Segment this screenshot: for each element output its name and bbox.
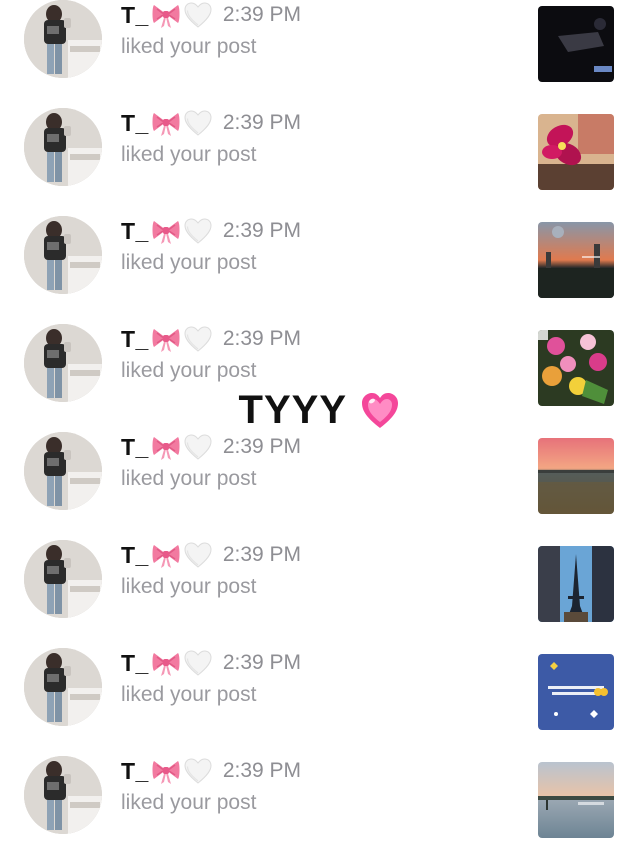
notification-row[interactable]: T_ 2:39 PM liked your post bbox=[0, 324, 640, 434]
notification-row[interactable]: T_ 2:39 PM liked your post bbox=[0, 540, 640, 650]
notification-text: T_ 2:39 PM liked your post bbox=[121, 754, 421, 818]
post-thumbnail[interactable] bbox=[538, 762, 614, 838]
post-thumbnail[interactable] bbox=[538, 654, 614, 730]
timestamp: 2:39 PM bbox=[222, 327, 302, 350]
white-heart-icon bbox=[183, 541, 213, 569]
post-thumbnail[interactable] bbox=[538, 438, 614, 514]
notification-text: T_ 2:39 PM liked your post bbox=[121, 106, 421, 170]
white-heart-icon bbox=[183, 433, 213, 461]
notification-text: T_ 2:39 PM liked your post bbox=[121, 214, 421, 278]
username[interactable]: T_ bbox=[121, 650, 149, 677]
white-heart-icon bbox=[183, 109, 213, 137]
notification-text: T_ 2:39 PM liked your post bbox=[121, 430, 421, 494]
avatar[interactable] bbox=[24, 216, 102, 294]
notification-text: T_ 2:39 PM liked your post bbox=[121, 322, 421, 386]
notification-row[interactable]: T_ 2:39 PM liked your post bbox=[0, 108, 640, 218]
bow-icon bbox=[151, 1, 181, 29]
bow-icon bbox=[151, 109, 181, 137]
post-thumbnail[interactable] bbox=[538, 222, 614, 298]
white-heart-icon bbox=[183, 325, 213, 353]
timestamp: 2:39 PM bbox=[222, 651, 302, 674]
timestamp: 2:39 PM bbox=[222, 219, 302, 242]
avatar[interactable] bbox=[24, 648, 102, 726]
notification-action: liked your post bbox=[121, 575, 257, 598]
notification-text: T_ 2:39 PM liked your post bbox=[121, 538, 421, 602]
username[interactable]: T_ bbox=[121, 2, 149, 29]
bow-icon bbox=[151, 649, 181, 677]
avatar[interactable] bbox=[24, 0, 102, 78]
username[interactable]: T_ bbox=[121, 542, 149, 569]
notification-action: liked your post bbox=[121, 251, 257, 274]
notification-action: liked your post bbox=[121, 467, 257, 490]
notification-action: liked your post bbox=[121, 35, 257, 58]
white-heart-icon bbox=[183, 649, 213, 677]
notification-row[interactable]: T_ 2:39 PM liked your post bbox=[0, 0, 640, 110]
white-heart-icon bbox=[183, 1, 213, 29]
username[interactable]: T_ bbox=[121, 434, 149, 461]
notification-row[interactable]: T_ 2:39 PM liked your post bbox=[0, 648, 640, 758]
bow-icon bbox=[151, 325, 181, 353]
post-thumbnail[interactable] bbox=[538, 114, 614, 190]
notification-text: T_ 2:39 PM liked your post bbox=[121, 646, 421, 710]
notification-text: T_ 2:39 PM liked your post bbox=[121, 0, 421, 62]
notification-row[interactable]: T_ 2:39 PM liked your post bbox=[0, 216, 640, 326]
white-heart-icon bbox=[183, 757, 213, 785]
notification-row[interactable]: T_ 2:39 PM liked your post bbox=[0, 756, 640, 866]
post-thumbnail[interactable] bbox=[538, 330, 614, 406]
bow-icon bbox=[151, 757, 181, 785]
bow-icon bbox=[151, 541, 181, 569]
username[interactable]: T_ bbox=[121, 110, 149, 137]
timestamp: 2:39 PM bbox=[222, 435, 302, 458]
notification-action: liked your post bbox=[121, 143, 257, 166]
timestamp: 2:39 PM bbox=[222, 759, 302, 782]
avatar[interactable] bbox=[24, 756, 102, 834]
username[interactable]: T_ bbox=[121, 758, 149, 785]
white-heart-icon bbox=[183, 217, 213, 245]
post-thumbnail[interactable] bbox=[538, 546, 614, 622]
avatar[interactable] bbox=[24, 432, 102, 510]
notification-row[interactable]: T_ 2:39 PM liked your post bbox=[0, 432, 640, 542]
notification-action: liked your post bbox=[121, 359, 257, 382]
timestamp: 2:39 PM bbox=[222, 543, 302, 566]
notification-list: T_ 2:39 PM liked your post T_ 2:39 PM li… bbox=[0, 0, 640, 854]
bow-icon bbox=[151, 217, 181, 245]
username[interactable]: T_ bbox=[121, 326, 149, 353]
username[interactable]: T_ bbox=[121, 218, 149, 245]
timestamp: 2:39 PM bbox=[222, 3, 302, 26]
avatar[interactable] bbox=[24, 108, 102, 186]
avatar[interactable] bbox=[24, 324, 102, 402]
avatar[interactable] bbox=[24, 540, 102, 618]
timestamp: 2:39 PM bbox=[222, 111, 302, 134]
post-thumbnail[interactable] bbox=[538, 6, 614, 82]
notification-action: liked your post bbox=[121, 683, 257, 706]
bow-icon bbox=[151, 433, 181, 461]
notification-action: liked your post bbox=[121, 791, 257, 814]
